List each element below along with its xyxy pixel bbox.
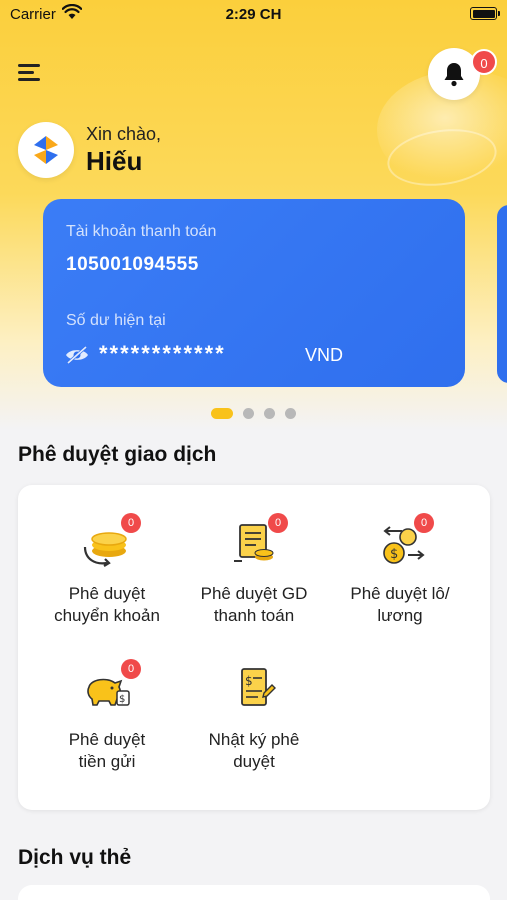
status-bar: Carrier 2:29 CH [0,0,507,30]
coin-transfer-icon: 0 [79,513,141,569]
carousel-indicator [0,408,507,419]
approve-batch-salary-tile[interactable]: $ 0 Phê duyệt lô/ lương [325,513,475,627]
account-number: 105001094555 [66,254,199,275]
bell-icon [444,63,464,87]
approve-payment-tile[interactable]: 0 Phê duyệt GD thanh toán [179,513,329,627]
menu-line-icon [18,71,34,74]
carousel-dot[interactable] [243,408,254,419]
tile-badge: 0 [414,513,434,533]
card-services-section-title: Dịch vụ thẻ [18,846,132,869]
battery-icon [470,7,500,20]
balance-currency: VND [305,345,344,365]
payment-document-icon: 0 [226,513,288,569]
account-card[interactable]: Tài khoản thanh toán 105001094555 Số dư … [43,199,465,387]
balance-label: Số dư hiện tại [66,312,166,329]
tile-label: Phê duyệt chuyển khoản [54,584,160,625]
tile-label: Phê duyệt GD thanh toán [200,584,308,625]
toggle-balance-visibility-button[interactable] [65,345,89,365]
menu-line-icon [18,78,40,81]
tile-badge: 0 [268,513,288,533]
bank-logo [18,122,74,178]
menu-line-icon [18,64,40,67]
approval-log-icon: $ [226,663,282,715]
approve-deposit-tile[interactable]: $ 0 Phê duyệt tiền gửi [32,659,182,773]
batch-salary-icon: $ 0 [372,513,434,569]
eye-slash-icon [66,345,88,365]
balance-masked: ************ [99,341,226,366]
tile-badge: 0 [121,513,141,533]
greeting-text: Xin chào, [86,124,162,144]
menu-button[interactable] [18,62,42,82]
deposit-piggy-icon: $ 0 [79,659,141,715]
carousel-dot[interactable] [264,408,275,419]
tile-label: Phê duyệt lô/ lương [350,584,450,625]
svg-text:$: $ [119,694,125,705]
approval-card: 0 Phê duyệt chuyển khoản 0 Phê duyệt GD … [18,485,490,810]
notification-badge: 0 [471,49,497,75]
tile-label: Nhật ký phê duyệt [208,730,300,771]
next-account-card-peek[interactable] [497,205,507,383]
svg-text:$: $ [390,547,398,562]
tile-label: Phê duyệt tiền gửi [68,730,146,771]
approve-transfer-tile[interactable]: 0 Phê duyệt chuyển khoản [32,513,182,627]
account-type-label: Tài khoản thanh toán [66,223,217,240]
carousel-dot[interactable] [211,408,233,419]
tile-badge: 0 [121,659,141,679]
approval-log-tile[interactable]: $ Nhật ký phê duyệt [179,663,329,773]
clock: 2:29 CH [225,6,282,23]
card-services-card [18,885,490,900]
svg-text:$: $ [245,674,253,688]
approval-section-title: Phê duyệt giao dịch [18,443,217,466]
carousel-dot[interactable] [285,408,296,419]
user-name: Hiếu [86,146,143,176]
